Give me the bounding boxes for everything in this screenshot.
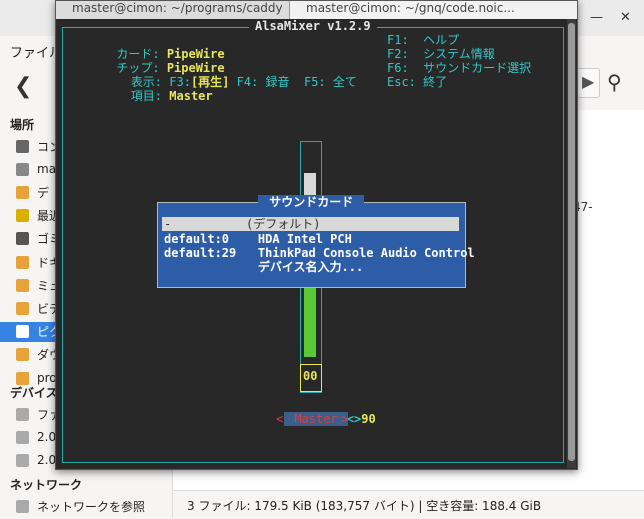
download-folder-icon bbox=[16, 348, 29, 362]
dialog-item-hda-intel[interactable]: default:0 HDA Intel PCH bbox=[164, 232, 352, 246]
scrollbar-thumb[interactable] bbox=[568, 23, 575, 461]
places-header: 場所 bbox=[10, 118, 35, 132]
view-options[interactable]: F4: 録音 F5: 全て bbox=[229, 75, 357, 89]
folder-icon bbox=[16, 371, 29, 385]
folder-icon bbox=[16, 185, 29, 199]
sidebar-device-item-label: 2.0 bbox=[37, 453, 57, 467]
sidebar-network-item-label: ネットワークを参照 bbox=[37, 499, 146, 514]
devices-header: デバイス bbox=[10, 386, 58, 400]
tab-code[interactable]: master@cimon: ~/gnq/code.noic... bbox=[290, 1, 577, 19]
sound-card-dialog[interactable]: サウンドカード - (デフォルト) default:0 HDA Intel PC… bbox=[157, 195, 475, 288]
mute-status: 00 bbox=[303, 369, 318, 383]
key-help: F1: ヘルプ bbox=[387, 33, 460, 47]
item-value: Master bbox=[169, 89, 213, 103]
tab-bar: master@cimon: ~/programs/caddy master@ci… bbox=[56, 1, 577, 19]
network-header: ネットワーク bbox=[10, 478, 83, 492]
sidebar-place-item-label: デ bbox=[37, 185, 50, 200]
item-label: 項目: bbox=[116, 89, 170, 103]
default-device-label: (デフォルト) bbox=[246, 217, 321, 231]
tab-caddy[interactable]: master@cimon: ~/programs/caddy bbox=[56, 1, 289, 19]
terminal-screen[interactable]: AlsaMixer v1.2.9 カード: PipeWire チップ: Pipe… bbox=[57, 19, 566, 468]
close-icon[interactable]: ✕ bbox=[620, 10, 631, 25]
channel-next-arrow[interactable]: > bbox=[341, 412, 348, 426]
network-icon bbox=[16, 499, 29, 513]
dialog-item-enter-device[interactable]: デバイス名入力... bbox=[164, 260, 363, 274]
pictures-folder-icon bbox=[16, 325, 29, 339]
slider-level-bar bbox=[304, 277, 316, 357]
search-icon[interactable]: ⚲ bbox=[607, 70, 622, 94]
terminal-window[interactable]: master@cimon: ~/programs/caddy master@ci… bbox=[55, 0, 578, 470]
status-bar: 3 ファイル: 179.5 KiB (183,757 バイト) | 空き容量: … bbox=[173, 490, 644, 519]
sidebar-place-item-label: ma bbox=[37, 162, 57, 177]
drive-icon bbox=[16, 430, 29, 444]
channel-prev-arrow[interactable]: < bbox=[276, 412, 283, 426]
channel-name[interactable]: Master bbox=[284, 412, 348, 426]
key-system-info: F2: システム情報 bbox=[387, 47, 495, 61]
alsamixer-title: AlsaMixer v1.2.9 bbox=[249, 19, 377, 33]
forward-icon[interactable]: ▶ bbox=[582, 72, 594, 91]
folder-icon bbox=[16, 255, 29, 269]
key-select-card: F6: サウンドカード選択 bbox=[387, 61, 532, 75]
slider-empty-segment bbox=[304, 173, 316, 197]
home-icon bbox=[16, 162, 29, 176]
computer-icon bbox=[16, 139, 29, 153]
sidebar-place-item-label: pro bbox=[37, 371, 57, 385]
dialog-item-thinkpad[interactable]: default:29 ThinkPad Console Audio Contro… bbox=[164, 246, 475, 260]
back-icon[interactable]: ❮ bbox=[14, 74, 32, 99]
sidebar-device-item-label: 2.0 bbox=[37, 430, 57, 444]
dialog-title: サウンドカード bbox=[258, 195, 365, 209]
minimize-icon[interactable]: — bbox=[590, 10, 603, 25]
music-folder-icon bbox=[16, 278, 29, 292]
drive-icon bbox=[16, 453, 29, 467]
dialog-item-default[interactable]: - (デフォルト) bbox=[162, 217, 459, 231]
key-exit: Esc: 終了 bbox=[387, 75, 448, 89]
trash-icon bbox=[16, 232, 29, 246]
selection-marker: - bbox=[164, 217, 172, 231]
drive-icon bbox=[16, 407, 29, 421]
video-folder-icon bbox=[16, 301, 29, 315]
status-text: 3 ファイル: 179.5 KiB (183,757 バイト) | 空き容量: … bbox=[187, 499, 542, 513]
clock-icon bbox=[16, 209, 29, 223]
level-right: 90 bbox=[361, 412, 376, 426]
level-separator: <> bbox=[346, 412, 362, 426]
sidebar-network-item[interactable]: ネットワークを参照 bbox=[16, 496, 172, 516]
